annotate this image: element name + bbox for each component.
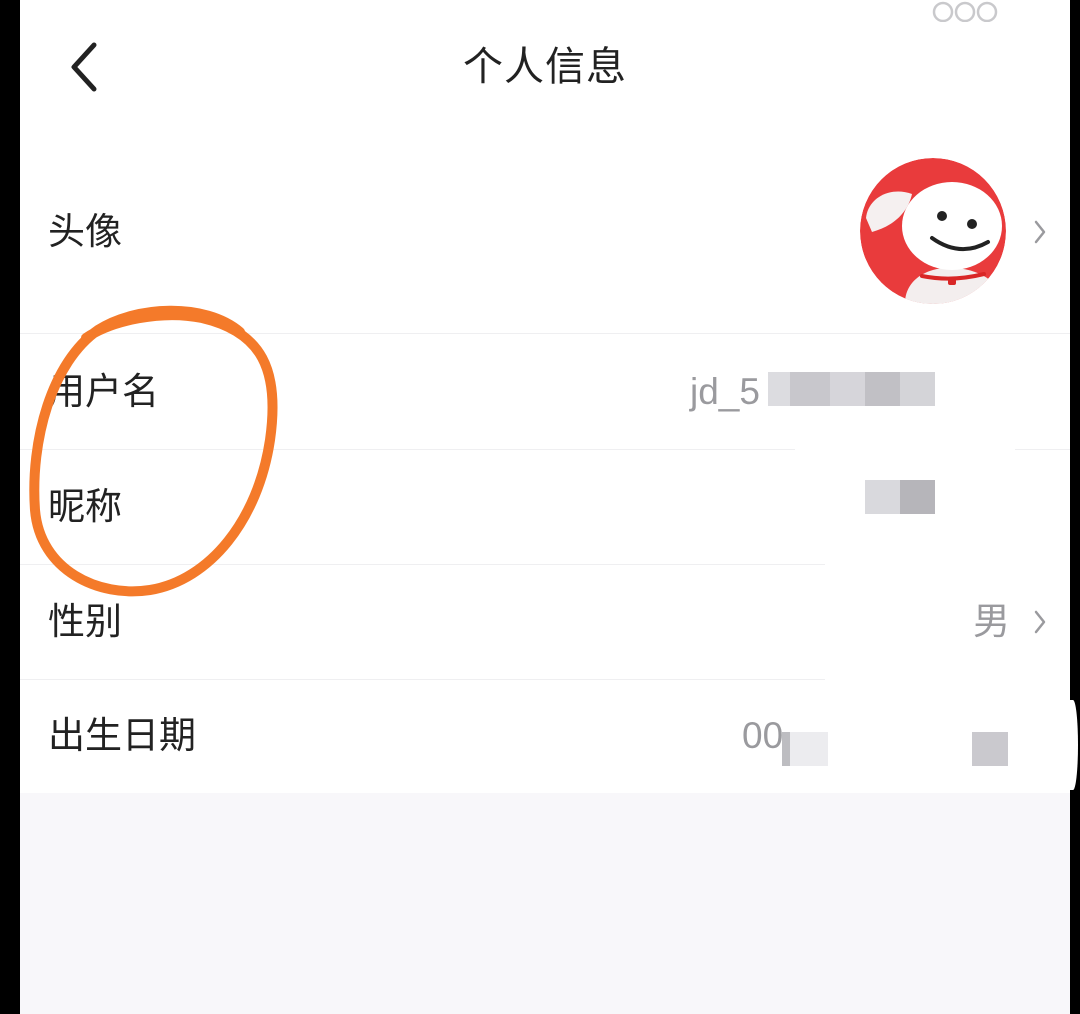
row-gender[interactable]: 性别 男 <box>20 564 1070 679</box>
chevron-right-icon <box>1034 610 1046 634</box>
redaction-mosaic <box>790 372 830 406</box>
redaction-mosaic <box>900 480 935 514</box>
personal-info-page: 个人信息 头像 用户名 jd_5 昵称 性别 男 出生日期 00 <box>20 0 1070 1014</box>
row-label-nickname: 昵称 <box>48 486 122 527</box>
redaction-patch <box>1068 700 1078 790</box>
row-nickname[interactable]: 昵称 <box>20 449 1070 564</box>
redaction-mosaic <box>900 372 935 406</box>
row-username[interactable]: 用户名 jd_5 <box>20 334 1070 449</box>
avatar[interactable] <box>860 158 1006 304</box>
row-label-username: 用户名 <box>48 371 159 412</box>
chevron-right-icon <box>1034 220 1046 244</box>
username-value: jd_5 <box>690 371 760 412</box>
gender-value: 男 <box>973 601 1010 642</box>
empty-background-area <box>20 793 1070 1014</box>
divider <box>1015 449 1070 450</box>
redaction-mosaic <box>790 732 828 766</box>
redaction-mosaic <box>768 372 790 406</box>
divider <box>20 449 795 450</box>
redaction-mosaic <box>972 732 1008 766</box>
row-avatar[interactable]: 头像 <box>20 130 1070 333</box>
redaction-mosaic <box>865 480 900 514</box>
row-label-gender: 性别 <box>48 601 122 642</box>
divider <box>20 333 1070 334</box>
row-birthday[interactable]: 出生日期 00 <box>20 679 1070 793</box>
phone-screen: 个人信息 头像 用户名 jd_5 昵称 性别 男 出生日期 00 <box>0 0 1080 1014</box>
more-dots-icon[interactable] <box>925 0 1015 22</box>
redaction-mosaic <box>830 372 865 406</box>
redaction-mosaic <box>865 372 900 406</box>
birthday-value: 00 <box>742 715 784 756</box>
row-label-avatar: 头像 <box>48 211 122 252</box>
redaction-mosaic <box>782 732 790 766</box>
divider <box>20 564 825 565</box>
row-label-birthday: 出生日期 <box>48 715 196 756</box>
page-title: 个人信息 <box>463 45 627 89</box>
divider <box>20 679 825 680</box>
